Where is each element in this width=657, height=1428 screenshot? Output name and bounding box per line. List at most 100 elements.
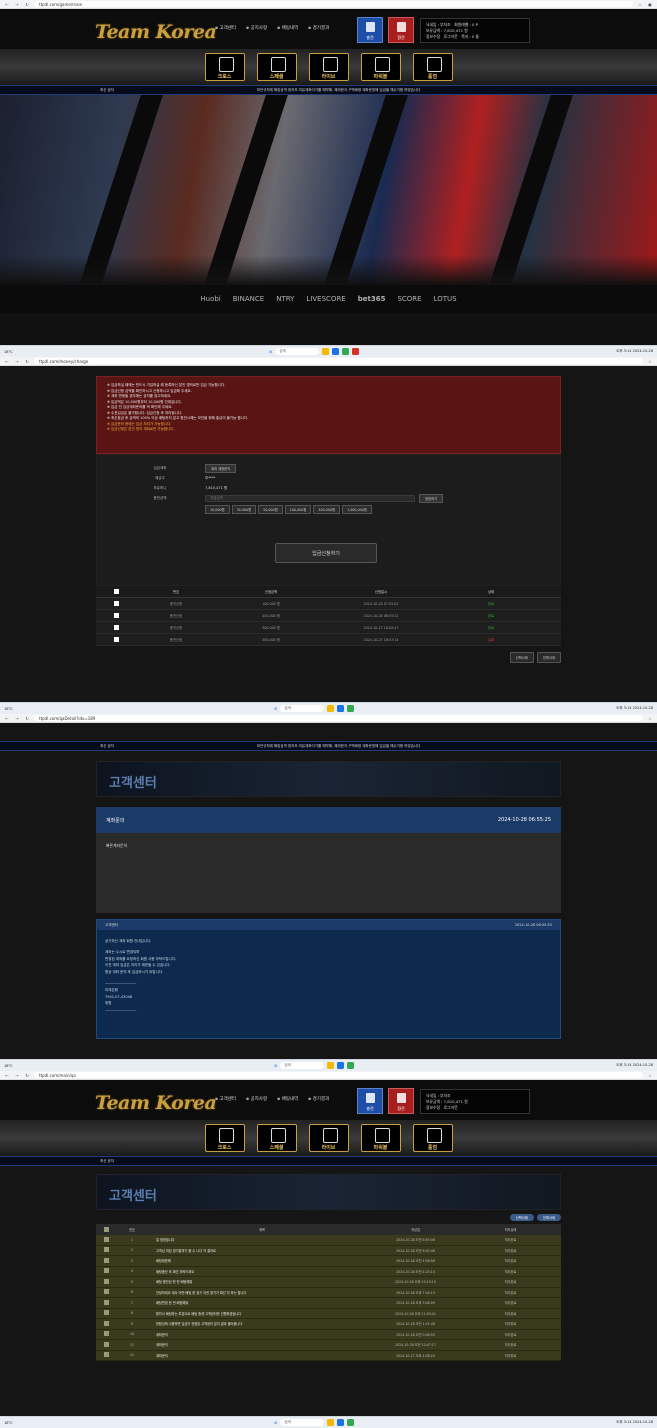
delete-selected-button[interactable]: 선택삭제 (509, 652, 534, 663)
amount-input[interactable]: 직접입력 (205, 494, 415, 502)
table-row[interactable]: 8 합치서 배팅하는 부분으로 배팅 중계 고객센터를 진행하겠습니다 2024-1… (96, 1308, 561, 1319)
row-checkbox[interactable] (103, 1257, 109, 1263)
clock-time[interactable]: 오후 3:14 (616, 1420, 631, 1424)
app-icon[interactable] (352, 348, 360, 355)
user-edit-link[interactable]: 정보수정 (426, 34, 440, 39)
row-checkbox[interactable] (113, 612, 119, 618)
table-row[interactable]: 4 배팅중단 후 확인 부탁드려요 2024-10-28 오전 4:25:10 처리완… (96, 1266, 561, 1277)
table-row[interactable]: 충전신청 100,000 원 2024-10-28 07:55:02 완료 (96, 598, 561, 610)
game-live[interactable]: 라이브 (308, 1124, 349, 1152)
back-icon[interactable]: ← (4, 2, 10, 7)
game-special[interactable]: 스페셜 (256, 53, 297, 81)
clock-time[interactable]: 오후 3:14 (616, 706, 631, 710)
edge-icon[interactable] (337, 1062, 345, 1069)
table-row[interactable]: 1일 정정필니다 2024-10-28 오전 6:55:06 처리완료 (96, 1235, 561, 1246)
edge-icon[interactable] (337, 705, 345, 712)
amount-50k[interactable]: 50,000원 (258, 505, 283, 514)
amount-500k[interactable]: 500,000원 (313, 505, 341, 514)
star-icon[interactable]: ☆ (647, 1073, 653, 1078)
amount-1m[interactable]: 1,000,000원 (342, 505, 372, 514)
deposit-submit-button[interactable]: 입금신청하기 (275, 543, 377, 563)
logout-link[interactable]: 로그아웃 (444, 34, 458, 39)
nav-customer-center[interactable]: 고객센터 (215, 1096, 236, 1102)
table-row[interactable]: 충전신청 300,000 원 2024-10-27 18:02:47 완료 (96, 622, 561, 634)
edge-icon[interactable] (337, 1419, 345, 1426)
clock-date[interactable]: 2024-10-28 (633, 1420, 653, 1424)
explorer-icon[interactable] (327, 1062, 335, 1069)
row-checkbox[interactable] (113, 624, 119, 630)
taskbar-search[interactable]: 검색 (275, 348, 320, 355)
user-edit-link[interactable]: 정보수정 (426, 1105, 440, 1110)
amount-100k[interactable]: 100,000원 (284, 505, 312, 514)
select-all-checkbox[interactable] (113, 588, 119, 594)
star-icon[interactable]: ☆ (647, 716, 653, 721)
row-checkbox[interactable] (103, 1331, 109, 1337)
clock-date[interactable]: 2024-10-28 (633, 349, 653, 353)
weather-widget[interactable]: 18°C (4, 707, 13, 711)
table-row[interactable]: 7 배팅변경 한 번 배팅해줘 2024-10-26 오후 3:48:09 처리완료 (96, 1298, 561, 1309)
delete-all-button[interactable]: 전체삭제 (536, 1213, 561, 1221)
taskbar-search[interactable]: 검색 (280, 705, 325, 712)
game-powerball[interactable]: 파워볼 (360, 53, 401, 81)
table-row[interactable]: 충전신청 300,000 원 2024-10-27 18:07:14 실패 (96, 634, 561, 646)
game-live[interactable]: 라이브 (308, 53, 349, 81)
row-checkbox[interactable] (113, 636, 119, 642)
site-logo[interactable]: Team Korea (95, 21, 217, 43)
table-row[interactable]: 11 계좌문의 2024-10-28 오전 12:47:17 처리완료 (96, 1340, 561, 1351)
row-checkbox[interactable] (103, 1299, 109, 1305)
taskbar-search[interactable]: 검색 (280, 1419, 325, 1426)
table-row[interactable]: 12 계좌문의 2024-10-27 오후 4:08:04 처리완료 (96, 1350, 561, 1361)
edge-icon[interactable] (332, 348, 340, 355)
chrome-icon[interactable] (347, 1419, 355, 1426)
windows-icon[interactable]: ⊞ (274, 1421, 277, 1425)
weather-widget[interactable]: 18°C (4, 1421, 13, 1425)
clock-date[interactable]: 2024-10-28 (633, 706, 653, 710)
table-row[interactable]: 3 배팅제한해 2024-10-28 오전 4:56:58 처리완료 (96, 1256, 561, 1267)
weather-widget[interactable]: 18°C (4, 1064, 13, 1068)
nav-notice[interactable]: 공지사항 (246, 1096, 268, 1102)
table-row[interactable]: 2 고객님 여된 경기결과가 볼 수 니다 각 결과로 2024-10-28 오전 … (96, 1245, 561, 1256)
explorer-icon[interactable] (322, 348, 330, 355)
reload-icon[interactable]: ↻ (24, 1073, 30, 1078)
game-cross[interactable]: 크로스 (204, 53, 245, 81)
reset-button[interactable]: 정정하기 (419, 493, 444, 503)
table-row[interactable]: 10 계좌문의 2024-10-26 오전 0:48:55 처리완료 (96, 1329, 561, 1340)
forward-icon[interactable]: → (14, 2, 20, 7)
clock-time[interactable]: 오후 3:14 (616, 1063, 631, 1067)
amount-10k[interactable]: 10,000원 (205, 505, 230, 514)
nav-customer-center[interactable]: 고객센터 (215, 25, 236, 31)
chrome-icon[interactable] (347, 1062, 355, 1069)
clock-time[interactable]: 오후 3:14 (616, 349, 631, 353)
reload-icon[interactable]: ↻ (24, 2, 30, 7)
forward-icon[interactable]: → (14, 359, 20, 364)
hero-banner[interactable] (0, 95, 657, 285)
row-checkbox[interactable] (113, 600, 119, 606)
address-bar[interactable]: ttpdl.com/game/main (34, 1, 633, 7)
windows-icon[interactable]: ⊞ (274, 1064, 277, 1068)
row-checkbox[interactable] (103, 1310, 109, 1316)
forward-icon[interactable]: → (14, 716, 20, 721)
site-logo[interactable]: Team Korea (95, 1092, 217, 1114)
nav-results[interactable]: 경기결과 (308, 1096, 330, 1102)
deposit-button[interactable]: 충전 (357, 1088, 383, 1114)
withdraw-button[interactable]: 환전 (388, 1088, 414, 1114)
chrome-icon[interactable] (342, 348, 350, 355)
table-row[interactable]: 9 한합성에 사용하면 입금이 전환된 고객센터 분리 결과 불러움니다 2024-… (96, 1319, 561, 1330)
address-bar[interactable]: ttpdl.com/qaDetail?idx=189 (34, 715, 643, 721)
nav-results[interactable]: 경기결과 (308, 25, 330, 31)
amount-30k[interactable]: 30,000원 (231, 505, 257, 514)
messages-count[interactable]: 쪽지 : 0 통 (461, 34, 479, 39)
row-checkbox[interactable] (103, 1341, 109, 1347)
row-checkbox[interactable] (103, 1268, 109, 1274)
explorer-icon[interactable] (327, 1419, 335, 1426)
row-checkbox[interactable] (103, 1247, 109, 1253)
account-inquiry-button[interactable]: 계좌 계정문의 (205, 463, 237, 473)
table-row[interactable]: 6 안녕하세요 계사 어떤 배팅 한 경기 이런 경기가 확인 다 하는 필니다 2… (96, 1287, 561, 1298)
weather-widget[interactable]: 18°C (4, 350, 13, 354)
reload-icon[interactable]: ↻ (24, 359, 30, 364)
explorer-icon[interactable] (327, 705, 335, 712)
game-cross[interactable]: 크로스 (204, 1124, 245, 1152)
nav-bet-history[interactable]: 배팅내역 (277, 25, 299, 31)
chrome-icon[interactable] (347, 705, 355, 712)
row-checkbox[interactable] (103, 1320, 109, 1326)
